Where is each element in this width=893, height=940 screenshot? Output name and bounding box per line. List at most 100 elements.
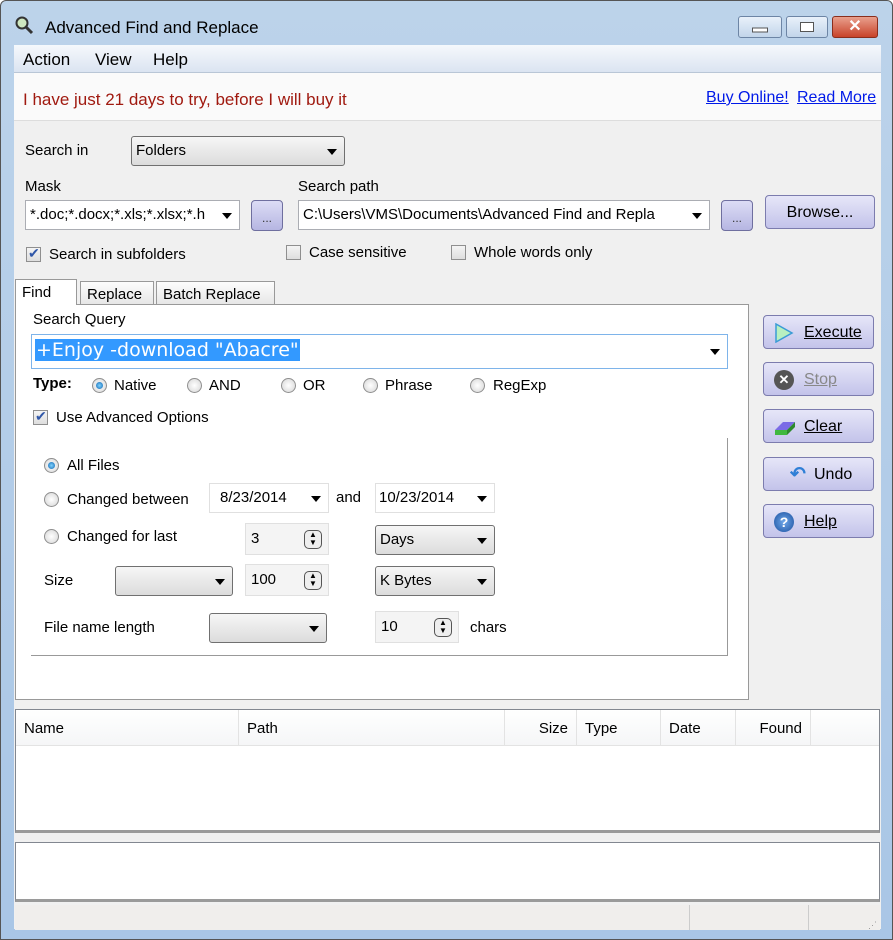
play-icon xyxy=(775,323,794,343)
resize-grip-icon[interactable]: ⋰ xyxy=(868,921,877,930)
minimize-icon xyxy=(752,27,768,33)
spin-updown-icon[interactable]: ▲ ▼ xyxy=(304,571,322,590)
all-files-radio[interactable] xyxy=(44,458,59,473)
eraser-icon xyxy=(775,422,795,435)
search-path-ellipsis-button[interactable]: ... xyxy=(721,200,753,231)
type-label: Type: xyxy=(33,375,72,392)
whole-words-label: Whole words only xyxy=(474,244,593,261)
type-native-label: Native xyxy=(114,377,157,394)
use-advanced-label: Use Advanced Options xyxy=(56,409,209,426)
mask-label: Mask xyxy=(25,178,61,195)
date-from-picker[interactable]: 8/23/2014 xyxy=(209,483,329,513)
execute-label: Execute xyxy=(804,324,862,341)
search-in-value: Folders xyxy=(136,142,187,159)
column-header-path[interactable]: Path xyxy=(239,710,505,746)
column-header-date[interactable]: Date xyxy=(661,710,736,746)
tab-find[interactable]: Find xyxy=(15,279,77,305)
changed-between-radio[interactable] xyxy=(44,492,59,507)
column-header-type[interactable]: Type xyxy=(577,710,661,746)
search-query-combo[interactable]: +Enjoy -download "Abacre" xyxy=(31,334,728,369)
log-panel xyxy=(15,842,880,902)
column-header-size[interactable]: Size xyxy=(505,710,577,746)
maximize-button[interactable] xyxy=(786,16,828,38)
search-in-select[interactable]: Folders xyxy=(131,136,345,166)
column-header-found[interactable]: Found xyxy=(736,710,811,746)
search-path-value: C:\Users\VMS\Documents\Advanced Find and… xyxy=(303,206,655,223)
spin-updown-icon[interactable]: ▲ ▼ xyxy=(434,618,452,637)
last-value-spinner[interactable]: 3 ▲ ▼ xyxy=(245,523,329,555)
last-unit-select[interactable]: Days xyxy=(375,525,495,555)
type-phrase-label: Phrase xyxy=(385,377,433,394)
size-unit-value: K Bytes xyxy=(380,572,432,589)
trial-message: I have just 21 days to try, before I wil… xyxy=(23,90,347,109)
changed-for-last-label: Changed for last xyxy=(67,528,178,545)
whole-words-checkbox[interactable] xyxy=(451,245,466,260)
mask-combo[interactable]: *.doc;*.docx;*.xls;*.xlsx;*.h xyxy=(25,200,240,230)
mask-ellipsis-button[interactable]: ... xyxy=(251,200,283,231)
clear-label: Clear xyxy=(804,418,843,435)
search-path-combo[interactable]: C:\Users\VMS\Documents\Advanced Find and… xyxy=(298,200,710,230)
column-header-filler xyxy=(811,710,879,746)
clear-button[interactable]: Clear xyxy=(763,409,874,443)
file-name-operator-select[interactable] xyxy=(209,613,327,643)
status-divider xyxy=(689,905,690,930)
spin-updown-icon[interactable]: ▲ ▼ xyxy=(304,530,322,549)
title-bar: Advanced Find and Replace ✕ xyxy=(1,1,892,45)
column-header-name[interactable]: Name xyxy=(16,710,239,746)
case-sensitive-checkbox[interactable] xyxy=(286,245,301,260)
chevron-down-icon xyxy=(477,538,487,544)
browse-button[interactable]: Browse... xyxy=(765,195,875,229)
type-regexp-label: RegExp xyxy=(493,377,547,394)
chevron-down-icon xyxy=(311,496,321,502)
chevron-down-icon xyxy=(692,213,702,219)
undo-label: Undo xyxy=(814,466,853,483)
size-label: Size xyxy=(44,572,74,589)
type-or-label: OR xyxy=(303,377,326,394)
type-regexp-radio[interactable] xyxy=(470,378,485,393)
close-icon: ✕ xyxy=(848,18,862,35)
type-native-radio[interactable] xyxy=(92,378,107,393)
results-table: Name Path Size Type Date Found xyxy=(15,709,880,833)
size-value-spinner[interactable]: 100 ▲ ▼ xyxy=(245,564,329,596)
file-name-length-value: 10 xyxy=(381,618,398,635)
chevron-down-icon xyxy=(222,213,232,219)
file-name-length-spinner[interactable]: 10 ▲ ▼ xyxy=(375,611,459,643)
minimize-button[interactable] xyxy=(738,16,782,38)
size-value: 100 xyxy=(251,571,277,588)
changed-for-last-radio[interactable] xyxy=(44,529,59,544)
buy-online-link[interactable]: Buy Online! xyxy=(706,89,789,107)
menu-help[interactable]: Help xyxy=(153,50,188,70)
close-button[interactable]: ✕ xyxy=(832,16,878,38)
search-path-label: Search path xyxy=(298,178,379,195)
search-subfolders-checkbox[interactable] xyxy=(26,245,41,262)
read-more-link[interactable]: Read More xyxy=(797,89,876,107)
tab-batch-replace[interactable]: Batch Replace xyxy=(156,281,275,305)
menu-action[interactable]: Action xyxy=(23,50,70,70)
execute-button[interactable]: Execute xyxy=(763,315,874,349)
help-button[interactable]: ? Help xyxy=(763,504,874,538)
type-and-radio[interactable] xyxy=(187,378,202,393)
tab-replace[interactable]: Replace xyxy=(80,281,154,305)
chevron-down-icon xyxy=(309,626,319,632)
size-unit-select[interactable]: K Bytes xyxy=(375,566,495,596)
search-subfolders-label: Search in subfolders xyxy=(49,246,186,263)
date-to-picker[interactable]: 10/23/2014 xyxy=(375,483,495,513)
chevron-down-icon xyxy=(327,149,337,155)
chevron-down-icon xyxy=(477,579,487,585)
last-unit-value: Days xyxy=(380,531,415,548)
type-or-radio[interactable] xyxy=(281,378,296,393)
size-operator-select[interactable] xyxy=(115,566,233,596)
mask-value: *.doc;*.docx;*.xls;*.xlsx;*.h xyxy=(30,206,206,223)
use-advanced-checkbox[interactable] xyxy=(33,408,48,425)
menu-view[interactable]: View xyxy=(95,50,132,70)
date-to-value: 10/23/2014 xyxy=(379,489,455,506)
undo-button[interactable]: ↶ Undo xyxy=(763,457,874,491)
help-label: Help xyxy=(804,513,837,530)
menu-bar: Action View Help xyxy=(14,45,881,73)
trial-banner: I have just 21 days to try, before I wil… xyxy=(14,73,881,121)
and-label: and xyxy=(336,489,362,506)
stop-button[interactable]: ✕ Stop xyxy=(763,362,874,396)
search-query-value: +Enjoy -download "Abacre" xyxy=(35,339,300,361)
type-phrase-radio[interactable] xyxy=(363,378,378,393)
stop-label: Stop xyxy=(804,371,837,388)
